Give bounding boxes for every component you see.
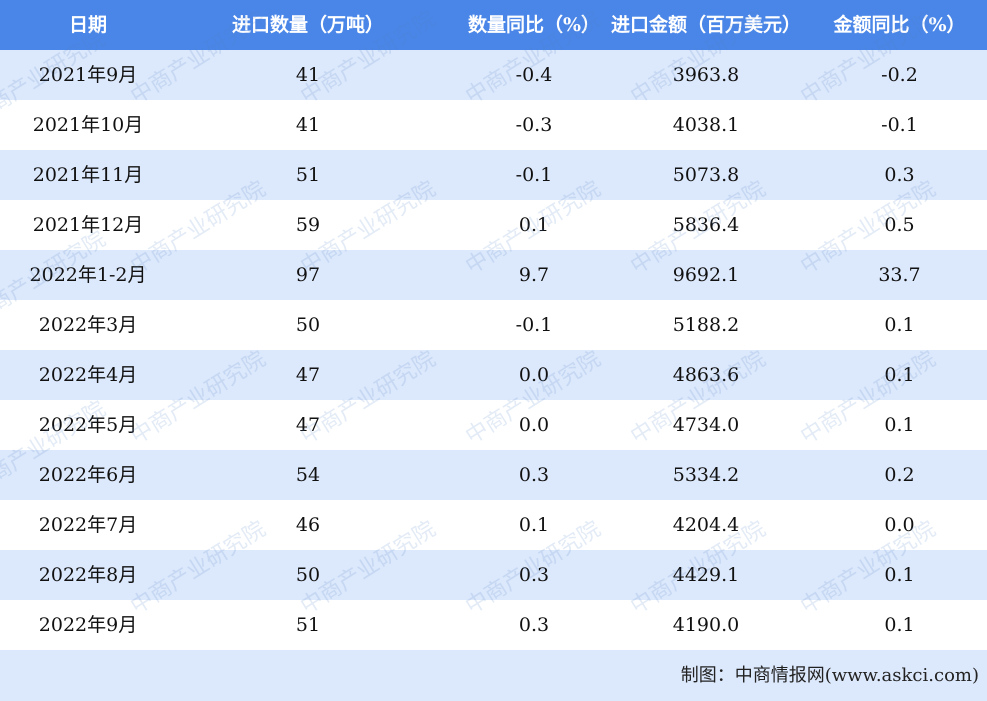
cell-date: 2022年3月 [38, 314, 138, 336]
cell-value-yoy: 0.3 [884, 164, 915, 186]
header-date: 日期 [68, 14, 107, 36]
cell-date: 2021年11月 [32, 164, 144, 186]
source-note: 制图：中商情报网(www.askci.com) [680, 665, 979, 686]
header-value-yoy: 金额同比（%） [833, 14, 966, 36]
table-row: 2021年12月 59 0.1 5836.4 0.5 [0, 200, 987, 250]
cell-import-value: 4429.1 [672, 564, 740, 586]
cell-value-yoy: 0.1 [884, 314, 915, 336]
cell-import-value: 4038.1 [672, 114, 740, 136]
table-row: 2022年5月 47 0.0 4734.0 0.1 [0, 400, 987, 450]
table-row: 2022年1-2月 97 9.7 9692.1 33.7 [0, 250, 987, 300]
cell-import-volume: 54 [295, 464, 321, 486]
cell-date: 2022年4月 [38, 364, 138, 386]
cell-value-yoy: 0.2 [884, 464, 915, 486]
table-row: 2022年9月 51 0.3 4190.0 0.1 [0, 600, 987, 650]
cell-import-value: 5073.8 [672, 164, 740, 186]
cell-date: 2022年8月 [38, 564, 138, 586]
table-row: 2021年9月 41 -0.4 3963.8 -0.2 [0, 50, 987, 100]
table-row: 2022年8月 50 0.3 4429.1 0.1 [0, 550, 987, 600]
cell-import-value: 5836.4 [672, 214, 740, 236]
cell-date: 2021年9月 [38, 64, 138, 86]
cell-value-yoy: 0.1 [884, 614, 915, 636]
cell-value-yoy: 33.7 [878, 264, 921, 286]
cell-import-volume: 51 [295, 614, 321, 636]
cell-import-volume: 46 [295, 514, 321, 536]
cell-date: 2021年10月 [32, 114, 144, 136]
cell-import-volume: 47 [295, 414, 321, 436]
cell-import-value: 4204.4 [672, 514, 740, 536]
cell-import-value: 4190.0 [672, 614, 740, 636]
cell-date: 2022年7月 [38, 514, 138, 536]
cell-value-yoy: 0.0 [884, 514, 915, 536]
cell-import-volume: 59 [295, 214, 321, 236]
header-import-volume: 进口数量（万吨） [231, 14, 384, 36]
table-footer: 制图：中商情报网(www.askci.com) [0, 650, 987, 701]
cell-date: 2021年12月 [32, 214, 144, 236]
table-row: 2021年11月 51 -0.1 5073.8 0.3 [0, 150, 987, 200]
header-import-value: 进口金额（百万美元） [610, 14, 801, 36]
cell-value-yoy: 0.1 [884, 564, 915, 586]
data-table: 日期 进口数量（万吨） 数量同比（%） 进口金额（百万美元） 金额同比（%） 2… [0, 0, 987, 650]
cell-import-value: 5188.2 [672, 314, 740, 336]
cell-date: 2022年6月 [38, 464, 138, 486]
table-row: 2022年3月 50 -0.1 5188.2 0.1 [0, 300, 987, 350]
cell-import-volume: 50 [295, 564, 321, 586]
cell-value-yoy: -0.2 [881, 64, 918, 86]
table-row: 2022年7月 46 0.1 4204.4 0.0 [0, 500, 987, 550]
cell-date: 2022年1-2月 [29, 264, 147, 286]
cell-value-yoy: 0.1 [884, 364, 915, 386]
cell-value-yoy: -0.1 [881, 114, 918, 136]
table-header: 日期 进口数量（万吨） 数量同比（%） 进口金额（百万美元） 金额同比（%） [0, 0, 987, 50]
cell-import-volume: 47 [295, 364, 321, 386]
table-row: 2022年6月 54 0.3 5334.2 0.2 [0, 450, 987, 500]
cell-import-volume: 41 [295, 64, 321, 86]
cell-import-volume: 97 [295, 264, 321, 286]
cell-import-value: 5334.2 [672, 464, 740, 486]
cell-import-volume: 51 [295, 164, 321, 186]
cell-import-value: 3963.8 [672, 64, 740, 86]
table-row: 2022年4月 47 0.0 4863.6 0.1 [0, 350, 987, 400]
table-body: 2021年9月 41 -0.4 3963.8 -0.2 2021年10月 41 -0.3 403… [0, 50, 987, 650]
cell-import-value: 4863.6 [672, 364, 740, 386]
cell-value-yoy: 0.5 [884, 214, 915, 236]
cell-import-volume: 50 [295, 314, 321, 336]
cell-value-yoy: 0.1 [884, 414, 915, 436]
cell-date: 2022年9月 [38, 614, 138, 636]
cell-import-value: 4734.0 [672, 414, 740, 436]
cell-import-value: 9692.1 [672, 264, 740, 286]
table-row: 2021年10月 41 -0.3 4038.1 -0.1 [0, 100, 987, 150]
cell-date: 2022年5月 [38, 414, 138, 436]
cell-import-volume: 41 [295, 114, 321, 136]
